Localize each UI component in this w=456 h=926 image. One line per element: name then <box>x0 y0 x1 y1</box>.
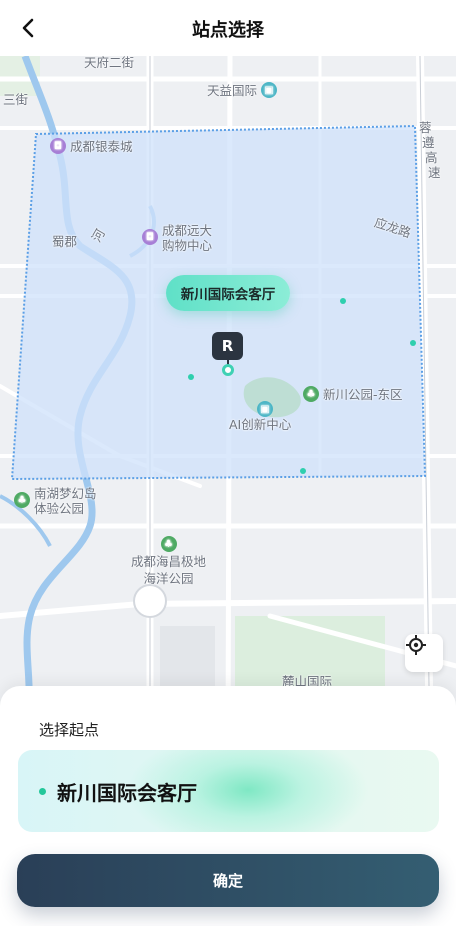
map-label-street: 天府二街 <box>84 56 135 70</box>
poi-xinchuan-park[interactable]: ♣ 新川公园-东区 <box>303 386 403 402</box>
selected-station-bubble[interactable]: 新川国际会客厅 <box>166 275 290 311</box>
start-station-name: 新川国际会客厅 <box>57 781 197 805</box>
map-label-expressway: 速 <box>428 165 441 180</box>
map-label-area: 蜀郡 <box>52 234 78 249</box>
pin-location-dot <box>222 364 234 376</box>
page-title: 站点选择 <box>192 20 264 41</box>
poi-yinhetai[interactable]: ◘ 成都银泰城 <box>50 138 133 154</box>
status-dot-icon <box>39 788 46 795</box>
map-label-expressway: 遵 <box>422 135 435 150</box>
app-root: 站点选择 天府二街 三街 天益国际 ▣ ◘ 成都银泰城 ◘ 成都远大 购物中心 … <box>0 0 456 926</box>
bottom-sheet: 选择起点 新川国际会客厅 确定 <box>0 686 456 926</box>
map-label-expressway: 蓉 <box>419 120 432 135</box>
start-station-card[interactable]: 新川国际会客厅 <box>18 750 439 832</box>
tree-icon: ♣ <box>303 386 319 402</box>
building-icon: ▣ <box>261 82 278 98</box>
map-label-expressway: 高 <box>425 150 438 165</box>
crosshair-icon <box>406 635 426 655</box>
confirm-button[interactable]: 确定 <box>17 854 439 907</box>
poi-yuanda[interactable]: ◘ 成都远大 购物中心 <box>142 223 212 253</box>
map-canvas <box>0 56 456 756</box>
map-view[interactable]: 天府二街 三街 天益国际 ▣ ◘ 成都银泰城 ◘ 成都远大 购物中心 蜀郡 河 … <box>0 56 456 756</box>
top-bar: 站点选择 <box>0 0 456 56</box>
locate-button[interactable] <box>405 634 443 672</box>
poi-haichang[interactable]: ♣ 成都海昌极地 海洋公园 <box>131 536 206 586</box>
poi-tianyi[interactable]: 天益国际 ▣ <box>207 82 278 98</box>
building-icon: ▣ <box>257 401 273 417</box>
poi-ai-center[interactable]: ▣ AI创新中心 <box>229 401 291 432</box>
park-icon: ♣ <box>14 492 30 508</box>
station-pin-icon[interactable]: R <box>212 332 243 360</box>
map-label-street: 三街 <box>3 92 29 107</box>
shopping-bag-icon: ◘ <box>50 138 66 154</box>
section-label: 选择起点 <box>39 721 100 739</box>
shopping-bag-icon: ◘ <box>142 229 158 245</box>
poi-nanhu[interactable]: ♣ 南湖梦幻岛 体验公园 <box>14 486 97 516</box>
park-icon: ♣ <box>160 536 177 552</box>
